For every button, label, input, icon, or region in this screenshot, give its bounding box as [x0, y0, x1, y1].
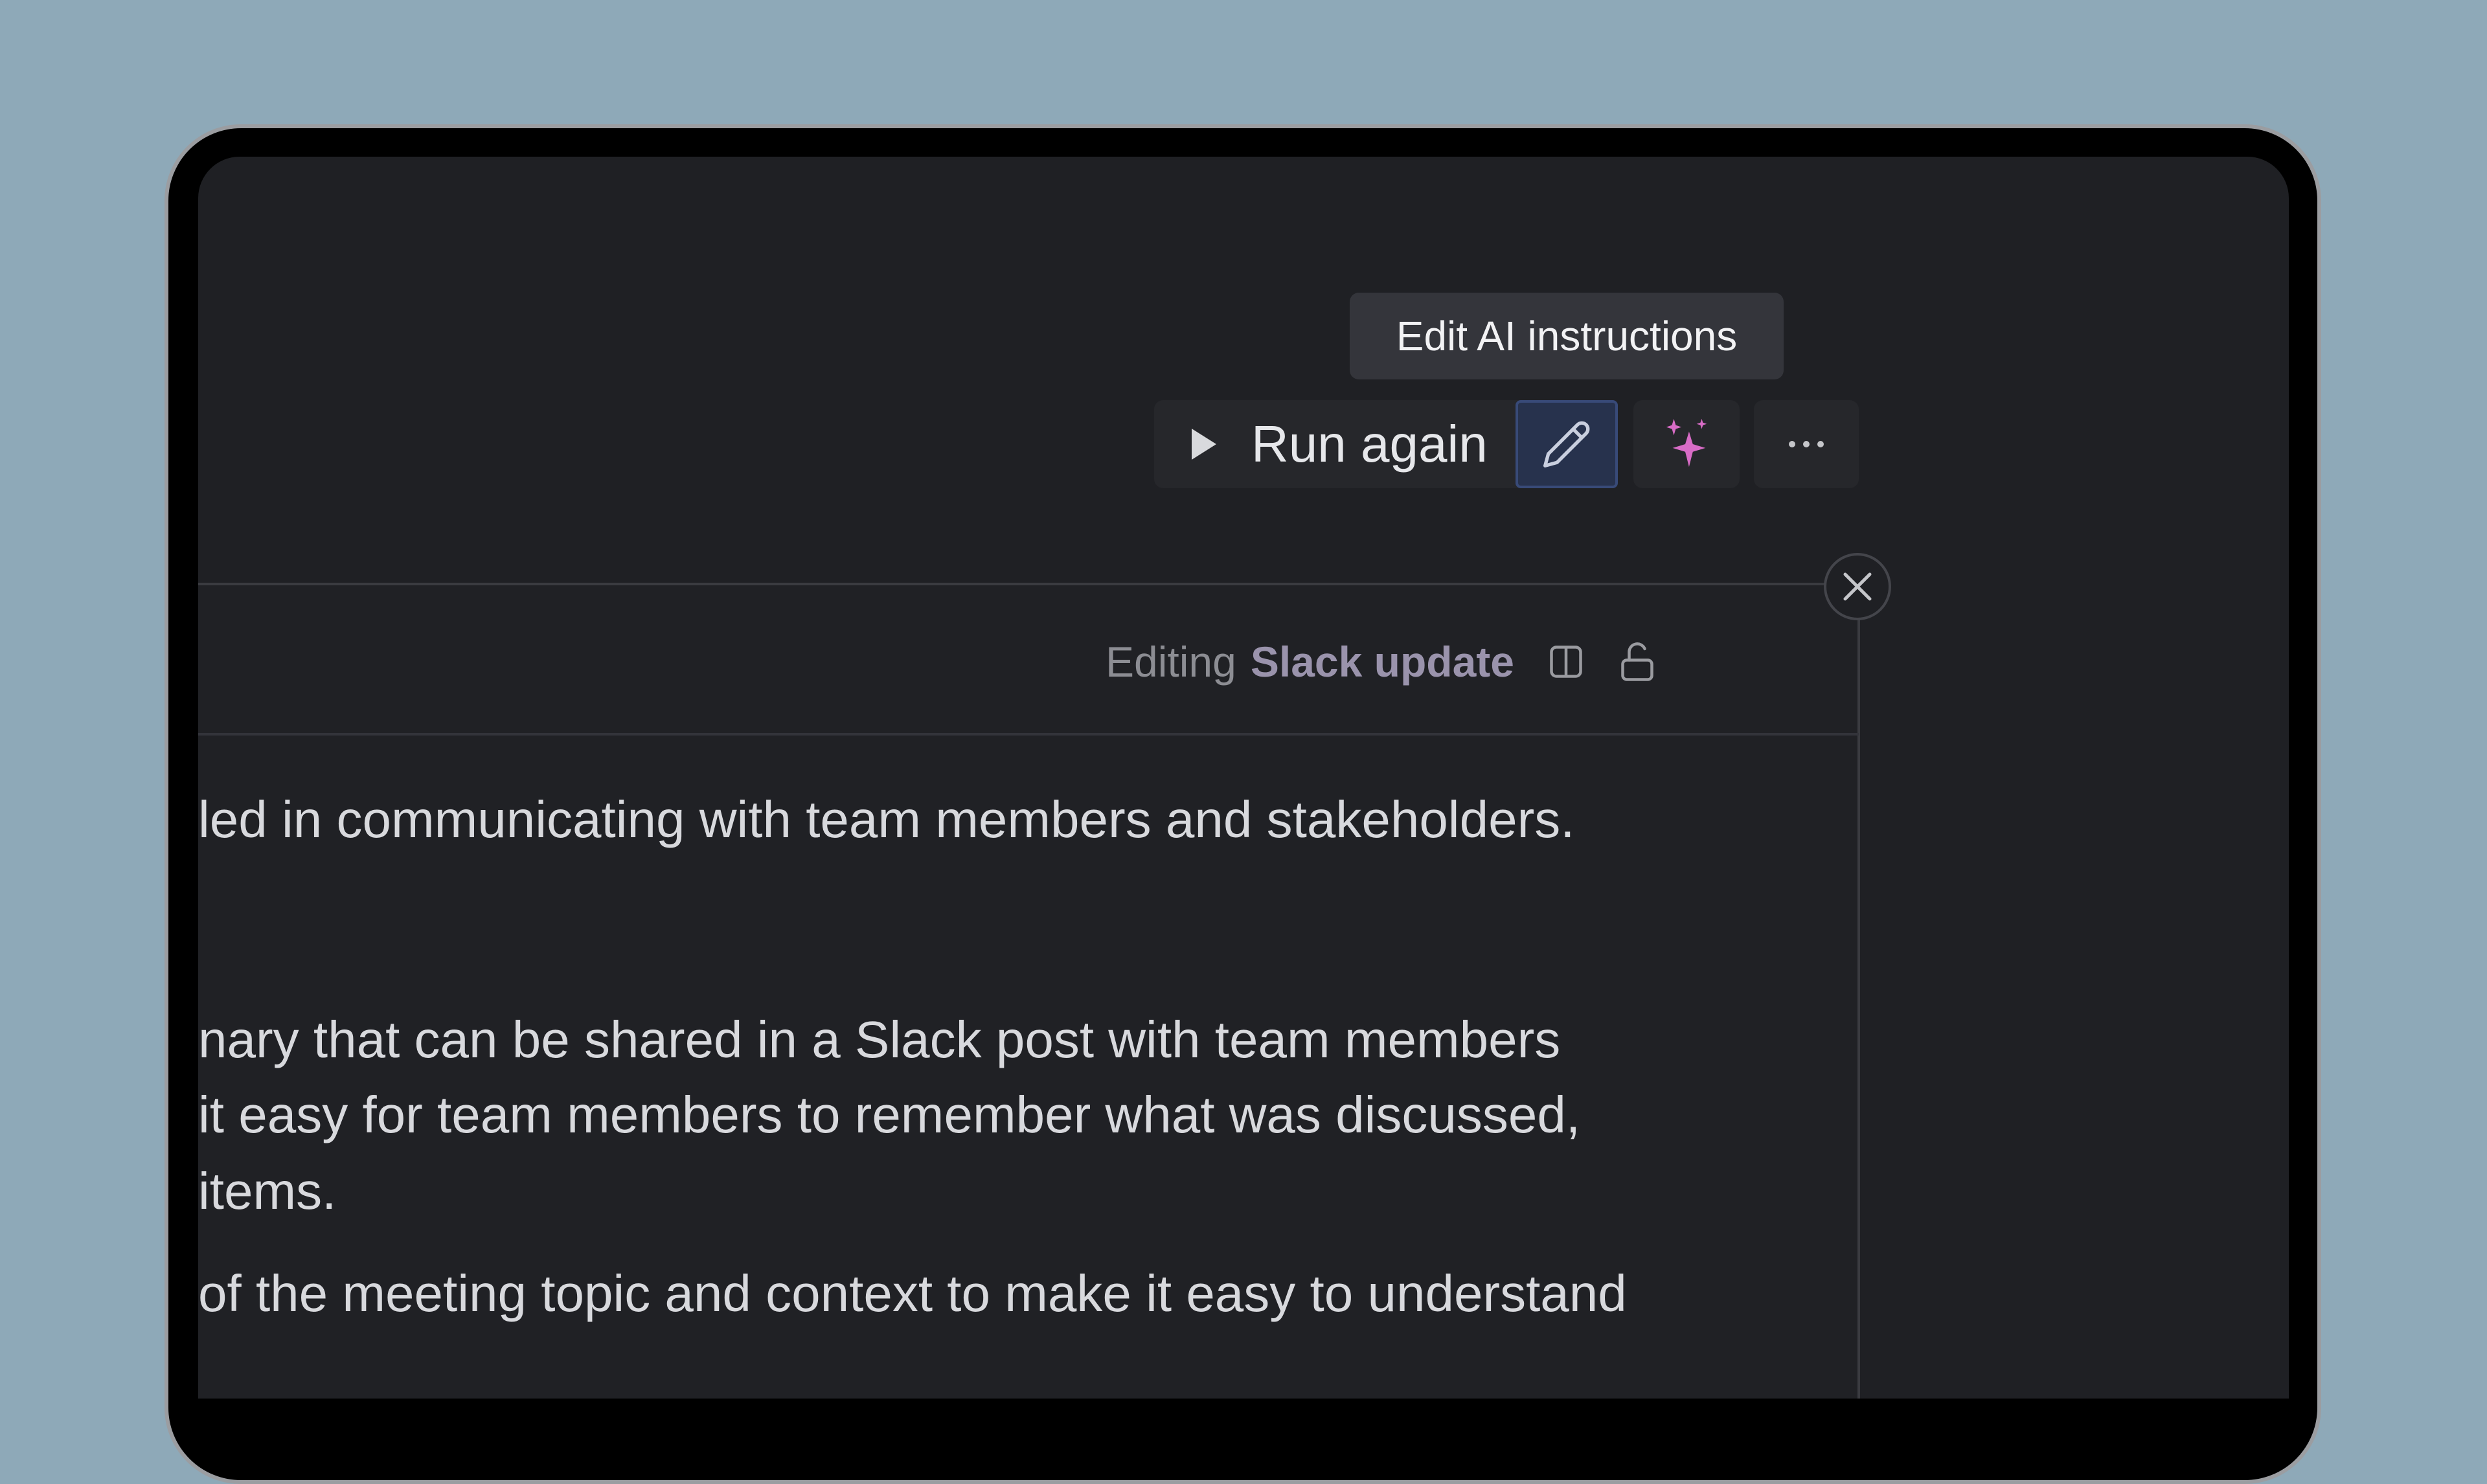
- play-icon: [1192, 429, 1216, 460]
- ellipsis-icon: [1789, 441, 1824, 447]
- document-name: Slack update: [1250, 638, 1514, 686]
- close-panel-button[interactable]: [1824, 553, 1891, 620]
- edit-ai-instructions-button[interactable]: [1516, 400, 1618, 488]
- ai-sparkles-button[interactable]: [1633, 400, 1740, 488]
- panel-header-divider: [198, 733, 1859, 736]
- sparkles-icon: [1666, 418, 1707, 467]
- split-view-button[interactable]: [1547, 642, 1585, 681]
- editing-label: Editing: [1106, 638, 1236, 686]
- run-again-label: Run again: [1251, 415, 1488, 473]
- lock-button[interactable]: [1618, 640, 1657, 683]
- content-line: nary that can be shared in a Slack post …: [198, 1011, 1561, 1068]
- more-options-button[interactable]: [1754, 400, 1859, 488]
- editing-status: Editing Slack update: [1106, 629, 1657, 694]
- content-line: of the meeting topic and context to make…: [198, 1265, 1627, 1322]
- unlock-icon: [1621, 642, 1653, 681]
- pencil-icon: [1543, 421, 1590, 467]
- content-line: it easy for team members to remember wha…: [198, 1086, 1581, 1143]
- content-line: led in communicating with team members a…: [198, 791, 1575, 848]
- split-view-icon: [1550, 646, 1582, 678]
- app-window: Edit AI instructions Run again Editing S…: [198, 157, 2289, 1399]
- edit-ai-instructions-tooltip: Edit AI instructions: [1350, 293, 1784, 379]
- run-again-button[interactable]: Run again: [1154, 400, 1519, 488]
- content-line: items.: [198, 1162, 337, 1220]
- close-icon: [1843, 572, 1872, 601]
